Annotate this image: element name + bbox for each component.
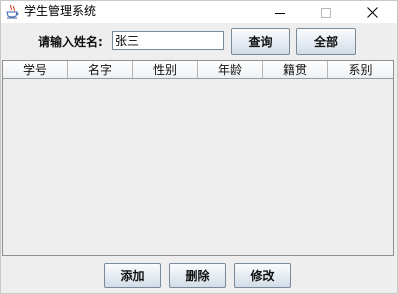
show-all-button[interactable]: 全部 bbox=[296, 28, 356, 55]
column-header-student-id[interactable]: 学号 bbox=[3, 61, 68, 78]
title-bar[interactable]: 学生管理系统 bbox=[1, 1, 397, 23]
maximize-icon bbox=[321, 3, 331, 22]
student-table[interactable]: 学号 名字 性别 年龄 籍贯 系别 bbox=[2, 60, 394, 256]
window-title: 学生管理系统 bbox=[24, 4, 97, 18]
table-header: 学号 名字 性别 年龄 籍贯 系别 bbox=[3, 61, 393, 79]
maximize-button[interactable] bbox=[303, 1, 349, 23]
add-button[interactable]: 添加 bbox=[104, 263, 161, 288]
minimize-button[interactable] bbox=[257, 1, 303, 23]
column-header-gender[interactable]: 性别 bbox=[133, 61, 198, 78]
column-header-department[interactable]: 系别 bbox=[328, 61, 393, 78]
java-cup-icon bbox=[6, 4, 19, 19]
column-header-hometown[interactable]: 籍贯 bbox=[263, 61, 328, 78]
column-header-age[interactable]: 年龄 bbox=[198, 61, 263, 78]
edit-button[interactable]: 修改 bbox=[234, 263, 291, 288]
delete-button[interactable]: 删除 bbox=[169, 263, 226, 288]
column-header-name[interactable]: 名字 bbox=[68, 61, 133, 78]
query-button[interactable]: 查询 bbox=[231, 28, 290, 55]
app-window: 学生管理系统 请输入姓名: 查询 全部 学号 名字 性别 年龄 籍贯 系别 bbox=[0, 0, 398, 294]
minimize-icon bbox=[275, 3, 285, 22]
close-icon bbox=[366, 3, 378, 22]
close-button[interactable] bbox=[349, 1, 395, 23]
name-search-input[interactable] bbox=[112, 31, 224, 50]
name-search-label: 请输入姓名: bbox=[38, 35, 103, 49]
